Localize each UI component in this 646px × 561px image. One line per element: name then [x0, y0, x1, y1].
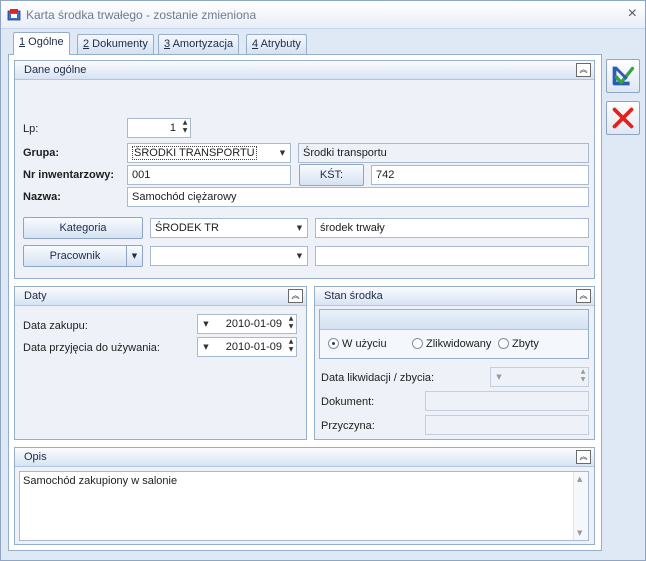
tab-label: Dokumenty — [89, 38, 148, 50]
radio-off-icon — [412, 338, 423, 349]
tab-label: Amortyzacja — [170, 38, 234, 50]
chevron-down-icon[interactable]: ▼ — [126, 246, 142, 266]
chevron-down-icon[interactable]: ▼ — [275, 144, 290, 162]
stan-group-header: Stan środka ︽ — [315, 287, 594, 306]
general-group: Dane ogólne ︽ Lp: 1 ▲ ▼ Grupa: ŚRODKI TRA… — [14, 60, 595, 279]
dokument-label: Dokument: — [321, 396, 375, 408]
stan-radio-frame: W użyciu Zlikwidowany Zbyty — [319, 309, 589, 359]
collapse-up-icon[interactable]: ︽ — [576, 289, 591, 303]
kategoria-description[interactable]: środek trwały — [315, 218, 589, 238]
close-button[interactable]: × — [628, 5, 637, 23]
tab-label: Ogólne — [25, 36, 64, 48]
app-icon — [7, 9, 21, 21]
lp-spinner[interactable]: 1 ▲ ▼ — [127, 118, 191, 138]
collapse-up-icon[interactable]: ︽ — [288, 289, 303, 303]
radio-off-icon — [498, 338, 509, 349]
opis-scrollbar[interactable]: ▲ ▼ — [573, 472, 588, 540]
grupa-combo[interactable]: ŚRODKI TRANSPORTU ▼ — [127, 143, 291, 163]
data-przyjecia-value: 2010-01-09 — [225, 341, 282, 353]
lp-label: Lp: — [23, 123, 39, 135]
dokument-field[interactable] — [425, 391, 589, 411]
radio-on-icon — [328, 338, 339, 349]
stan-group-title: Stan środka — [324, 290, 383, 302]
przyczyna-label: Przyczyna: — [321, 420, 375, 432]
radio-w-uzyciu[interactable]: W użyciu — [328, 338, 387, 350]
grupa-label: Grupa: — [23, 147, 60, 159]
opis-group-header: Opis ︽ — [15, 448, 594, 467]
radio-label: W użyciu — [342, 338, 387, 350]
data-przyjecia-label: Data przyjęcia do używania: — [23, 342, 160, 354]
dialog-window: Karta środka trwałego - zostanie zmienio… — [0, 0, 646, 561]
lp-value: 1 — [169, 122, 176, 134]
data-przyjecia-field[interactable]: ▼ 2010-01-09 ▲ ▼ — [197, 337, 297, 357]
tab-amortyzacja[interactable]: 3 Amortyzacja — [158, 34, 240, 54]
cancel-button[interactable] — [606, 101, 640, 135]
radio-zbyty[interactable]: Zbyty — [498, 338, 539, 350]
tab-atrybuty[interactable]: 4 Atrybuty — [246, 34, 307, 54]
daty-group: Daty ︽ Data zakupu: ▼ 2010-01-09 ▲ ▼ Data… — [14, 286, 307, 440]
window-title: Karta środka trwałego - zostanie zmienio… — [26, 8, 257, 22]
scroll-down-icon[interactable]: ▼ — [577, 529, 582, 537]
data-likwidacji-label: Data likwidacji / zbycia: — [321, 372, 435, 384]
tab-ogolne[interactable]: 1 Ogólne — [13, 32, 70, 55]
general-group-title: Dane ogólne — [24, 64, 87, 76]
scroll-up-icon[interactable]: ▲ — [577, 475, 582, 483]
data-zakupu-value: 2010-01-09 — [225, 318, 282, 330]
pracownik-label: Pracownik — [49, 250, 101, 262]
tab-content-ogolne: Dane ogólne ︽ Lp: 1 ▲ ▼ Grupa: ŚRODKI TRA… — [8, 54, 602, 551]
chevron-down-icon[interactable]: ▼ — [493, 368, 505, 386]
save-icon — [612, 66, 635, 86]
stan-group: Stan środka ︽ W użyciu Zlikwidowany Zbyt… — [314, 286, 595, 440]
nazwa-label: Nazwa: — [23, 191, 61, 203]
kst-button[interactable]: KŚT: — [299, 164, 364, 186]
kategoria-button[interactable]: Kategoria — [23, 217, 143, 239]
collapse-up-icon[interactable]: ︽ — [576, 450, 591, 464]
grupa-description: Środki transportu — [298, 143, 589, 163]
radio-label: Zlikwidowany — [426, 338, 492, 350]
title-bar: Karta środka trwałego - zostanie zmienio… — [1, 1, 645, 29]
spin-arrows-icon[interactable]: ▲ ▼ — [180, 119, 190, 137]
tab-label: Atrybuty — [258, 38, 301, 50]
chevron-down-icon[interactable]: ▼ — [292, 247, 307, 265]
opis-text: Samochód zakupiony w salonie — [23, 475, 178, 487]
radio-zlikwidowany[interactable]: Zlikwidowany — [412, 338, 491, 350]
data-likwidacji-field[interactable]: ▼ ▲ ▼ — [490, 367, 589, 387]
daty-group-title: Daty — [24, 290, 47, 302]
pracownik-button[interactable]: Pracownik ▼ — [23, 245, 143, 267]
spin-arrows-icon[interactable]: ▲ ▼ — [286, 315, 296, 333]
chevron-down-icon[interactable]: ▼ — [292, 219, 307, 237]
opis-group: Opis ︽ Samochód zakupiony w salonie ▲ ▼ — [14, 447, 595, 545]
nazwa-field[interactable]: Samochód ciężarowy — [127, 187, 589, 207]
cancel-icon — [612, 107, 634, 129]
collapse-up-icon[interactable]: ︽ — [576, 63, 591, 77]
stan-radio-header — [320, 310, 588, 330]
tab-dokumenty[interactable]: 2 Dokumenty — [77, 34, 154, 54]
chevron-down-icon[interactable]: ▼ — [200, 315, 212, 333]
general-group-header: Dane ogólne ︽ — [15, 61, 594, 80]
kst-field[interactable]: 742 — [371, 165, 589, 185]
save-button[interactable] — [606, 59, 640, 93]
opis-textarea[interactable]: Samochód zakupiony w salonie ▲ ▼ — [19, 471, 589, 541]
spin-arrows-icon[interactable]: ▲ ▼ — [286, 338, 296, 356]
daty-group-header: Daty ︽ — [15, 287, 306, 306]
grupa-value: ŚRODKI TRANSPORTU — [132, 146, 257, 160]
data-zakupu-field[interactable]: ▼ 2010-01-09 ▲ ▼ — [197, 314, 297, 334]
kategoria-value: ŚRODEK TR — [155, 222, 219, 234]
chevron-down-icon[interactable]: ▼ — [200, 338, 212, 356]
przyczyna-field[interactable] — [425, 415, 589, 435]
pracownik-combo[interactable]: ▼ — [150, 246, 308, 266]
nr-inwentarzowy-field[interactable]: 001 — [127, 165, 291, 185]
opis-group-title: Opis — [24, 451, 47, 463]
spin-arrows-icon[interactable]: ▲ ▼ — [578, 368, 588, 386]
data-zakupu-label: Data zakupu: — [23, 320, 88, 332]
nr-inwentarzowy-label: Nr inwentarzowy: — [23, 169, 115, 181]
pracownik-description[interactable] — [315, 246, 589, 266]
radio-label: Zbyty — [512, 338, 539, 350]
kategoria-combo[interactable]: ŚRODEK TR ▼ — [150, 218, 308, 238]
